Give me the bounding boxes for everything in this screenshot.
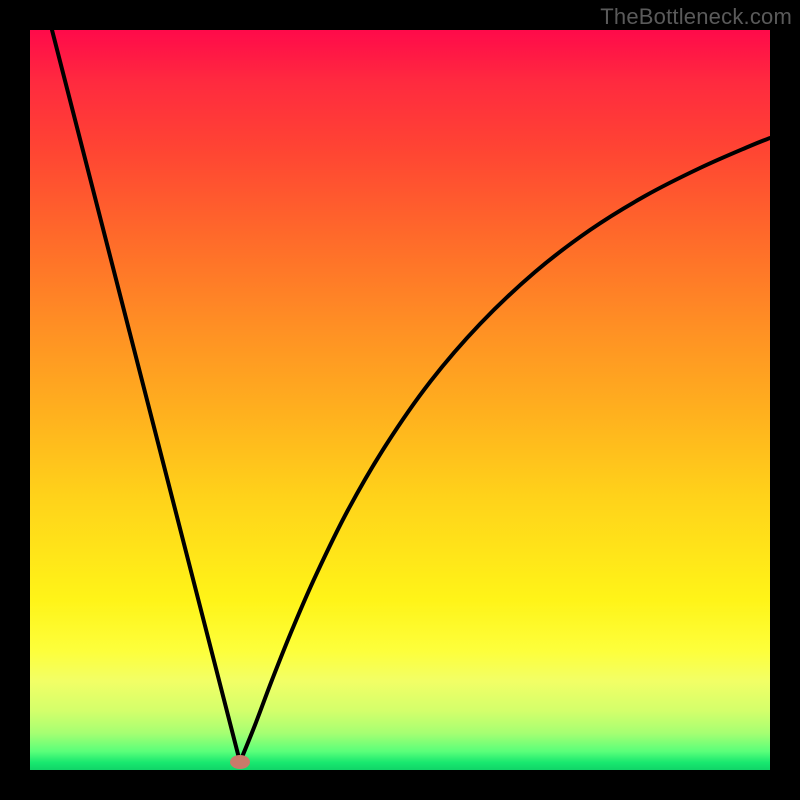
curve-left-branch [52, 30, 240, 762]
bottleneck-curve [30, 30, 770, 770]
watermark-text: TheBottleneck.com [600, 4, 792, 30]
plot-area [30, 30, 770, 770]
minimum-marker [230, 755, 250, 769]
curve-right-branch [240, 138, 770, 762]
chart-frame: TheBottleneck.com [0, 0, 800, 800]
